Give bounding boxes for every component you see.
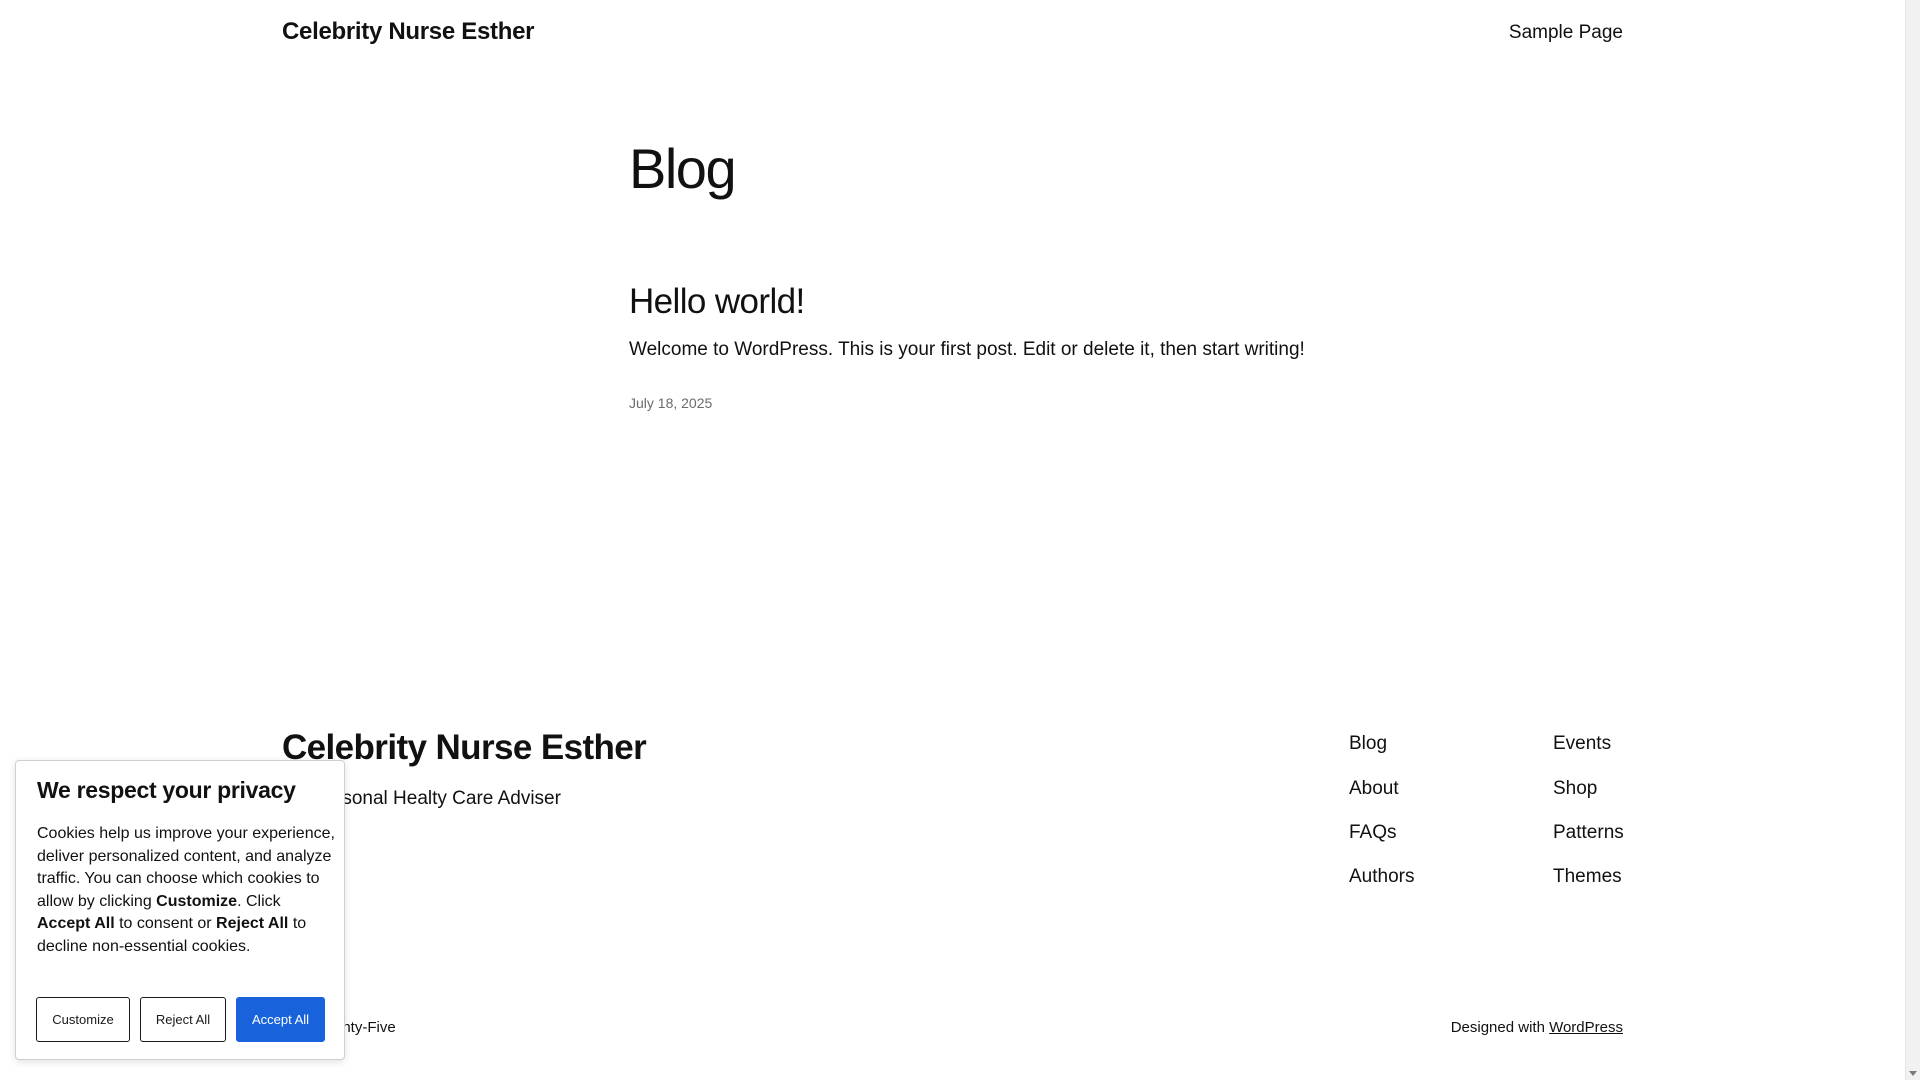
cookie-banner-title: We respect your privacy xyxy=(37,777,296,803)
vertical-scrollbar[interactable] xyxy=(1905,0,1920,1080)
cookie-text-reject: Reject All xyxy=(216,915,289,932)
page: Celebrity Nurse Esther Sample Page Blog … xyxy=(0,0,1905,1080)
footer-nav-authors[interactable]: Authors xyxy=(1349,866,1414,888)
customize-button[interactable]: Customize xyxy=(36,997,130,1042)
page-title: Blog xyxy=(629,137,737,200)
cookie-text-2: . Click xyxy=(237,892,281,910)
post-date: July 18, 2025 xyxy=(629,395,713,411)
nav-sample-page[interactable]: Sample Page xyxy=(1509,22,1623,44)
cookie-banner-description: Cookies help us improve your experience,… xyxy=(37,823,337,958)
post-title-link[interactable]: Hello world! xyxy=(629,282,805,322)
footer-designed-with: Designed with xyxy=(1450,1019,1545,1036)
footer-nav-shop[interactable]: Shop xyxy=(1553,778,1597,800)
post-excerpt: Welcome to WordPress. This is your first… xyxy=(629,339,1305,360)
footer-tagline: rsonal Healty Care Adviser xyxy=(336,788,561,809)
footer-nav-events[interactable]: Events xyxy=(1553,733,1611,755)
footer-nav-patterns[interactable]: Patterns xyxy=(1553,822,1624,844)
scroll-down-arrow-icon[interactable] xyxy=(1909,1071,1917,1076)
reject-all-button[interactable]: Reject All xyxy=(140,997,226,1042)
footer-wordpress-link[interactable]: WordPress xyxy=(1549,1019,1623,1036)
cookie-text-3: to consent or xyxy=(114,915,217,932)
footer-nav-themes[interactable]: Themes xyxy=(1553,866,1622,888)
site-title[interactable]: Celebrity Nurse Esther xyxy=(282,18,534,46)
footer-nav-faqs[interactable]: FAQs xyxy=(1349,822,1397,844)
accept-all-button[interactable]: Accept All xyxy=(236,997,325,1042)
cookie-consent-banner: We respect your privacy Cookies help us … xyxy=(15,760,345,1060)
footer-nav-about[interactable]: About xyxy=(1349,778,1399,800)
cookie-text-accept: Accept All xyxy=(37,915,115,932)
footer-credit: Designed with WordPress xyxy=(1451,1019,1623,1036)
footer-nav-blog[interactable]: Blog xyxy=(1349,733,1387,755)
cookie-text-customize: Customize xyxy=(156,892,238,910)
